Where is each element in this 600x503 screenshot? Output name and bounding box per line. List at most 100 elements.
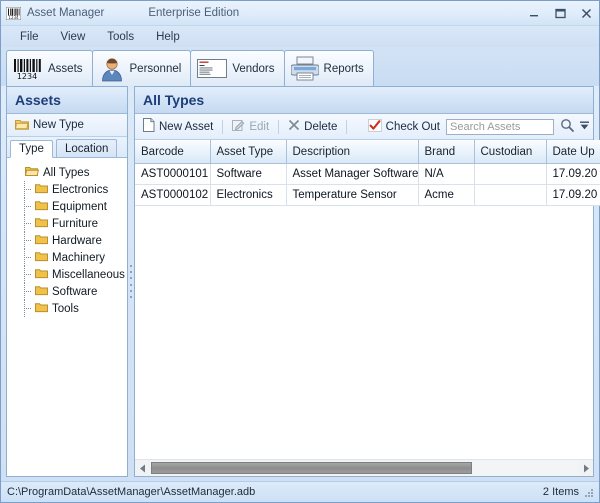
tree-node-hardware[interactable]: Hardware — [7, 232, 127, 249]
folder-icon — [35, 183, 48, 197]
folder-new-icon — [15, 118, 29, 133]
edit-label: Edit — [249, 121, 269, 133]
folder-icon — [35, 268, 48, 282]
tree-node-tools[interactable]: Tools — [7, 300, 127, 317]
svg-text:1234: 1234 — [17, 72, 37, 80]
toolbar-separator — [346, 120, 347, 134]
assets-table: Barcode Asset Type Description Brand Cus… — [135, 140, 600, 206]
assets-panel: All Types New Asset — [134, 86, 594, 477]
search-input[interactable]: Search Assets — [446, 119, 554, 135]
resize-grip-icon[interactable] — [585, 487, 595, 497]
new-type-button[interactable]: New Type — [11, 117, 88, 134]
menu-item-tools[interactable]: Tools — [97, 29, 144, 45]
table-row[interactable]: AST0000102 Electronics Temperature Senso… — [135, 185, 600, 206]
cell-custodian — [474, 185, 546, 206]
horizontal-scrollbar[interactable] — [135, 459, 593, 476]
tab-location[interactable]: Location — [56, 139, 117, 157]
types-panel: Assets New Type Type Location — [6, 86, 128, 477]
folder-icon — [35, 285, 48, 299]
check-out-button[interactable]: Check Out — [364, 118, 444, 136]
scroll-right-icon[interactable] — [578, 461, 593, 476]
tab-type[interactable]: Type — [10, 140, 53, 158]
types-panel-header: Assets — [7, 87, 127, 114]
type-tree[interactable]: All Types Electronics Equipment Furnitur… — [7, 158, 127, 476]
cell-asset-type: Electronics — [210, 185, 286, 206]
window-title: Asset Manager — [27, 7, 104, 19]
tree-node-miscellaneous[interactable]: Miscellaneous — [7, 266, 127, 283]
cell-description: Asset Manager Software — [286, 164, 418, 185]
column-header-date-updated[interactable]: Date Up — [546, 140, 600, 164]
maximize-icon[interactable] — [554, 7, 567, 20]
column-header-custodian[interactable]: Custodian — [474, 140, 546, 164]
tab-vendors-label: Vendors — [232, 63, 274, 75]
tree-node-electronics[interactable]: Electronics — [7, 181, 127, 198]
chevron-down-icon[interactable] — [580, 121, 589, 132]
tab-personnel[interactable]: Personnel — [92, 50, 192, 86]
tree-node-label: Equipment — [52, 201, 107, 213]
tree-node-furniture[interactable]: Furniture — [7, 215, 127, 232]
folder-open-icon — [25, 166, 39, 180]
delete-x-icon — [288, 119, 300, 134]
toolbar-separator — [278, 120, 279, 134]
tree-node-equipment[interactable]: Equipment — [7, 198, 127, 215]
svg-text:1234: 1234 — [8, 15, 19, 20]
tree-node-label: Electronics — [52, 184, 108, 196]
column-header-barcode[interactable]: Barcode — [135, 140, 210, 164]
folder-icon — [35, 302, 48, 316]
tree-node-label: Hardware — [52, 235, 102, 247]
types-tabstrip: Type Location — [7, 137, 127, 158]
edit-button[interactable]: Edit — [228, 118, 273, 136]
delete-label: Delete — [304, 121, 337, 133]
delete-button[interactable]: Delete — [284, 118, 341, 135]
close-icon[interactable] — [580, 7, 593, 20]
new-asset-button[interactable]: New Asset — [139, 117, 217, 136]
tab-vendors[interactable]: Vendors — [190, 50, 284, 86]
types-panel-toolbar: New Type — [7, 114, 127, 137]
folder-icon — [35, 217, 48, 231]
barcode-icon: 1234 — [13, 58, 43, 80]
cell-asset-type: Software — [210, 164, 286, 185]
tree-node-label: Miscellaneous — [52, 269, 125, 281]
tree-node-label: Software — [52, 286, 97, 298]
menu-item-help[interactable]: Help — [146, 29, 190, 45]
menu-item-file[interactable]: File — [10, 29, 49, 45]
new-type-label: New Type — [33, 119, 84, 131]
database-path: C:\ProgramData\AssetManager\AssetManager… — [7, 486, 255, 498]
search-icon[interactable] — [560, 118, 574, 135]
cell-description: Temperature Sensor — [286, 185, 418, 206]
scroll-left-icon[interactable] — [135, 461, 150, 476]
tab-reports[interactable]: Reports — [284, 50, 374, 86]
assets-panel-header: All Types — [135, 87, 593, 114]
cell-barcode: AST0000101 — [135, 164, 210, 185]
printer-icon — [291, 56, 319, 81]
tree-node-machinery[interactable]: Machinery — [7, 249, 127, 266]
toolbar-separator — [222, 120, 223, 134]
tab-assets[interactable]: 1234 Assets — [6, 50, 93, 86]
edit-pencil-icon — [232, 119, 245, 135]
cell-custodian — [474, 164, 546, 185]
cell-barcode: AST0000102 — [135, 185, 210, 206]
menu-item-view[interactable]: View — [51, 29, 96, 45]
scrollbar-thumb[interactable] — [151, 462, 472, 474]
ribbon-tabs: 1234 Assets Personnel — [1, 47, 599, 86]
cell-date-updated: 17.09.20 — [546, 185, 600, 206]
table-row[interactable]: AST0000101 Software Asset Manager Softwa… — [135, 164, 600, 185]
column-header-description[interactable]: Description — [286, 140, 418, 164]
cell-brand: N/A — [418, 164, 474, 185]
minimize-icon[interactable] — [528, 7, 541, 20]
main-content: Assets New Type Type Location — [1, 86, 599, 477]
folder-icon — [35, 251, 48, 265]
tab-reports-label: Reports — [324, 63, 364, 75]
person-icon — [99, 56, 125, 82]
scrollbar-track[interactable] — [150, 461, 578, 475]
cell-date-updated: 17.09.20 — [546, 164, 600, 185]
status-bar: C:\ProgramData\AssetManager\AssetManager… — [1, 481, 599, 502]
splitter-grip-icon — [130, 265, 132, 299]
window-controls — [528, 1, 593, 25]
tree-node-all-types[interactable]: All Types — [7, 164, 127, 181]
column-header-brand[interactable]: Brand — [418, 140, 474, 164]
assets-grid: Barcode Asset Type Description Brand Cus… — [135, 140, 593, 476]
column-header-asset-type[interactable]: Asset Type — [210, 140, 286, 164]
tree-node-software[interactable]: Software — [7, 283, 127, 300]
table-header-row: Barcode Asset Type Description Brand Cus… — [135, 140, 600, 164]
